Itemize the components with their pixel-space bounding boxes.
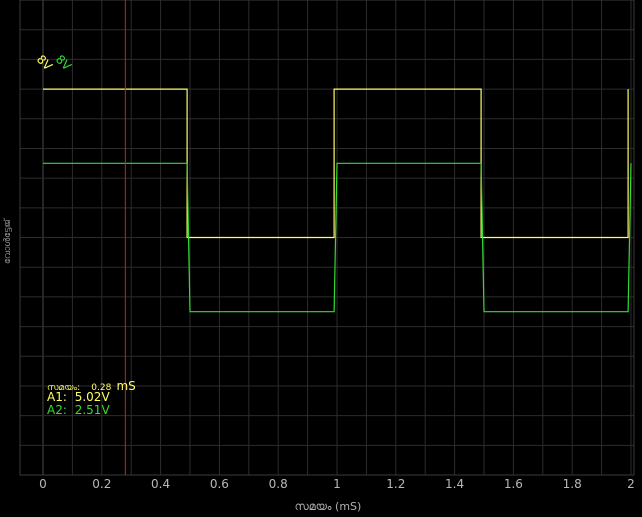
x-tick-label: 0.4	[151, 477, 170, 491]
cursor-time-unit: mS	[116, 379, 135, 393]
x-tick-label: 1	[333, 477, 341, 491]
x-tick-label: 0.8	[269, 477, 288, 491]
plot-background	[0, 0, 642, 517]
x-tick-label: 1.8	[563, 477, 582, 491]
y-axis-label: വോൾട്ടേജ്	[2, 218, 13, 264]
x-tick-label: 0.2	[92, 477, 111, 491]
a2-readout-value: 2.51V	[75, 403, 111, 417]
x-tick-label: 2	[627, 477, 635, 491]
x-tick-label: 1.6	[504, 477, 523, 491]
x-axis-label: സമയം (mS)	[295, 500, 362, 513]
a2-readout-channel: A2:	[47, 403, 67, 417]
x-tick-label: 1.4	[445, 477, 464, 491]
x-tick-label: 0	[39, 477, 47, 491]
a1-readout-value: 5.02V	[75, 390, 111, 404]
a1-readout-channel: A1:	[47, 390, 67, 404]
a1-readout: A1: 5.02V	[47, 390, 110, 404]
x-tick-label: 1.2	[386, 477, 405, 491]
oscilloscope-plot[interactable]: 0 0.2 0.4 0.6 0.8 1 1.2 1.4 1.6 1.8 2 8V 8V വോൾട്ട…	[0, 0, 642, 517]
x-tick-label: 0.6	[210, 477, 229, 491]
a2-readout: A2: 2.51V	[47, 403, 110, 417]
